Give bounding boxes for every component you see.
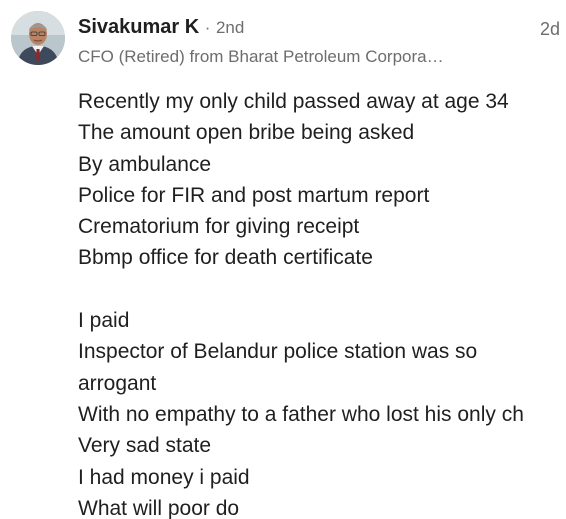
post-timestamp: 2d xyxy=(540,19,561,39)
post-line: arrogant xyxy=(78,371,157,395)
author-line: Sivakumar K · 2nd xyxy=(78,14,244,41)
degree-separator: · xyxy=(204,18,211,37)
author-name[interactable]: Sivakumar K xyxy=(78,16,199,38)
post-line: With no empathy to a father who lost his… xyxy=(78,402,524,426)
post-line: By ambulance xyxy=(78,152,212,176)
post-line: What will poor do xyxy=(78,496,240,519)
post-line: Crematorium for giving receipt xyxy=(78,215,360,239)
author-headline: CFO (Retired) from Bharat Petroleum Corp… xyxy=(78,47,444,66)
post-line: Bbmp office for death certificate xyxy=(78,246,373,270)
connection-degree: 2nd xyxy=(215,18,245,37)
post-line: Inspector of Belandur police station was… xyxy=(78,340,478,364)
person-photo-icon xyxy=(11,11,65,65)
author-avatar[interactable] xyxy=(11,11,65,65)
post-line: Very sad state xyxy=(78,434,212,458)
post-line: Police for FIR and post martum report xyxy=(78,183,430,207)
post-line: Recently my only child passed away at ag… xyxy=(78,90,509,113)
post-line: The amount open bribe being asked xyxy=(78,121,415,145)
post-text: Recently my only child passed away at ag… xyxy=(78,86,566,519)
post-line-blank xyxy=(78,274,566,305)
post-line: I paid xyxy=(78,309,130,333)
post-line: I had money i paid xyxy=(78,465,250,489)
